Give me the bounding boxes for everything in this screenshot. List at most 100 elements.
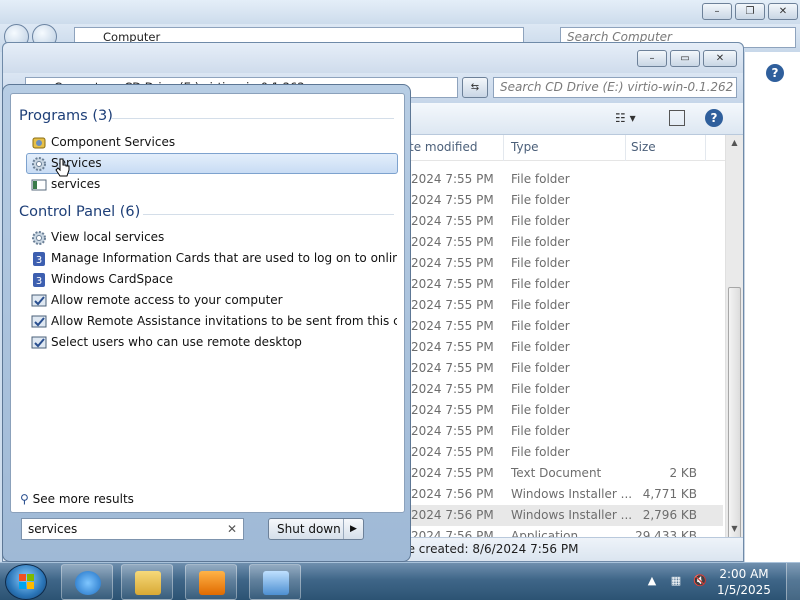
network-icon[interactable]: ▦ — [668, 573, 684, 589]
row-type: Windows Installer ... — [511, 487, 633, 501]
row-type: File folder — [511, 445, 570, 459]
result-component-services[interactable]: Component Services — [26, 132, 398, 153]
row-size: 2 KB — [669, 466, 697, 480]
console-icon — [31, 177, 47, 193]
row-date: 2024 7:55 PM — [411, 277, 494, 291]
refresh-button[interactable]: ⇆ — [462, 77, 488, 98]
help-icon[interactable]: ? — [766, 64, 784, 82]
show-desktop-button[interactable] — [786, 563, 800, 600]
explorer-close-button[interactable]: ✕ — [703, 50, 737, 67]
start-search-input[interactable]: services ✕ — [21, 518, 244, 540]
result-windows-cardspace[interactable]: 3 Windows CardSpace — [26, 269, 398, 290]
result-manage-information-cards[interactable]: 3 Manage Information Cards that are used… — [26, 248, 398, 269]
close-icon: ✕ — [715, 53, 725, 64]
status-text: ce created: 8/6/2024 7:56 PM — [401, 542, 579, 556]
taskbar-internet-explorer[interactable] — [61, 564, 113, 600]
row-type: File folder — [511, 214, 570, 228]
result-services-msc[interactable]: services — [26, 174, 398, 195]
control-panel-icon — [263, 571, 289, 595]
component-services-icon — [31, 135, 47, 151]
show-hidden-icons[interactable]: ▲ — [644, 573, 660, 589]
result-view-local-services[interactable]: View local services — [26, 227, 398, 248]
vertical-scrollbar[interactable]: ▲ ▼ — [725, 135, 743, 547]
minimize-icon: – — [649, 53, 655, 64]
row-date: 2024 7:55 PM — [411, 403, 494, 417]
column-date-modified[interactable]: te modified — [409, 140, 477, 154]
explorer-minimize-button[interactable]: – — [637, 50, 667, 67]
row-type: File folder — [511, 298, 570, 312]
explorer-maximize-button[interactable]: ▭ — [670, 50, 700, 67]
preview-pane-icon[interactable] — [669, 110, 685, 126]
row-date: 2024 7:55 PM — [411, 193, 494, 207]
row-date: 2024 7:56 PM — [411, 487, 494, 501]
row-date: 2024 7:55 PM — [411, 235, 494, 249]
restore-icon: ❐ — [745, 6, 755, 17]
result-label: Allow Remote Assistance invitations to b… — [51, 314, 397, 328]
magnifier-icon: ⚲ — [20, 492, 29, 506]
minimize-button[interactable]: – — [702, 3, 732, 20]
result-label: View local services — [51, 230, 165, 244]
column-size[interactable]: Size — [631, 140, 656, 154]
system-clock[interactable]: 2:00 AM 1/5/2025 — [714, 566, 774, 598]
row-type: File folder — [511, 340, 570, 354]
result-label: Windows CardSpace — [51, 272, 174, 286]
system-shield-icon — [31, 314, 47, 330]
help-icon[interactable]: ? — [705, 109, 723, 127]
shutdown-button[interactable]: Shut down ▶ — [268, 518, 364, 540]
result-label: Manage Information Cards that are used t… — [51, 251, 397, 265]
row-date: 2024 7:55 PM — [411, 214, 494, 228]
scroll-thumb[interactable] — [728, 287, 741, 547]
row-date: 2024 7:55 PM — [411, 424, 494, 438]
scroll-down-icon[interactable]: ▼ — [726, 521, 743, 537]
svg-text:3: 3 — [36, 276, 42, 287]
taskbar-windows-explorer[interactable] — [121, 564, 173, 600]
row-date: 2024 7:55 PM — [411, 172, 494, 186]
scroll-up-icon[interactable]: ▲ — [726, 135, 743, 151]
row-type: File folder — [511, 403, 570, 417]
row-date: 2024 7:55 PM — [411, 382, 494, 396]
row-size: 4,771 KB — [642, 487, 697, 501]
row-date: 2024 7:55 PM — [411, 445, 494, 459]
taskbar-control-panel[interactable] — [249, 564, 301, 600]
volume-muted-icon[interactable]: 🔇 — [692, 573, 708, 589]
see-more-results-link[interactable]: ⚲ See more results — [20, 492, 134, 506]
result-select-remote-users[interactable]: Select users who can use remote desktop — [26, 332, 398, 353]
view-options-icon[interactable]: ☷ ▾ — [615, 111, 636, 125]
restore-button[interactable]: ❐ — [735, 3, 765, 20]
cardspace-icon: 3 — [31, 272, 47, 288]
shutdown-options-icon[interactable]: ▶ — [343, 519, 363, 539]
start-menu: Programs (3) Component Services Services… — [2, 84, 411, 562]
search-placeholder: Search CD Drive (E:) virtio-win-0.1.262 — [500, 80, 734, 94]
row-type: File folder — [511, 235, 570, 249]
clear-search-icon[interactable]: ✕ — [227, 519, 237, 539]
explorer-search-input[interactable]: Search CD Drive (E:) virtio-win-0.1.262 — [493, 77, 737, 98]
row-type: Text Document — [511, 466, 602, 480]
row-date: 2024 7:56 PM — [411, 508, 494, 522]
row-type: File folder — [511, 382, 570, 396]
programs-header[interactable]: Programs (3) — [19, 108, 113, 124]
see-more-label: See more results — [32, 492, 134, 506]
row-date: 2024 7:55 PM — [411, 340, 494, 354]
result-services[interactable]: Services — [26, 153, 398, 174]
result-allow-remote-access[interactable]: Allow remote access to your computer — [26, 290, 398, 311]
column-type[interactable]: Type — [511, 140, 539, 154]
minimize-icon: – — [714, 6, 720, 17]
result-label: Allow remote access to your computer — [51, 293, 283, 307]
background-title-bar: – ❐ ✕ — [0, 0, 800, 24]
result-label: Component Services — [51, 135, 176, 149]
clock-date: 1/5/2025 — [717, 583, 771, 597]
system-shield-icon — [31, 293, 47, 309]
start-button[interactable] — [5, 564, 47, 600]
search-value: services — [28, 522, 78, 536]
media-player-icon — [199, 571, 225, 595]
windows-explorer-icon — [135, 571, 161, 595]
taskbar: ▲ ▦ 🔇 2:00 AM 1/5/2025 — [0, 562, 800, 600]
taskbar-media-player[interactable] — [185, 564, 237, 600]
result-allow-remote-assistance[interactable]: Allow Remote Assistance invitations to b… — [26, 311, 398, 332]
close-button[interactable]: ✕ — [768, 3, 798, 20]
result-label: Select users who can use remote desktop — [51, 335, 302, 349]
row-type: File folder — [511, 361, 570, 375]
row-type: File folder — [511, 277, 570, 291]
control-panel-header[interactable]: Control Panel (6) — [19, 204, 140, 220]
background-content-strip — [744, 52, 800, 562]
